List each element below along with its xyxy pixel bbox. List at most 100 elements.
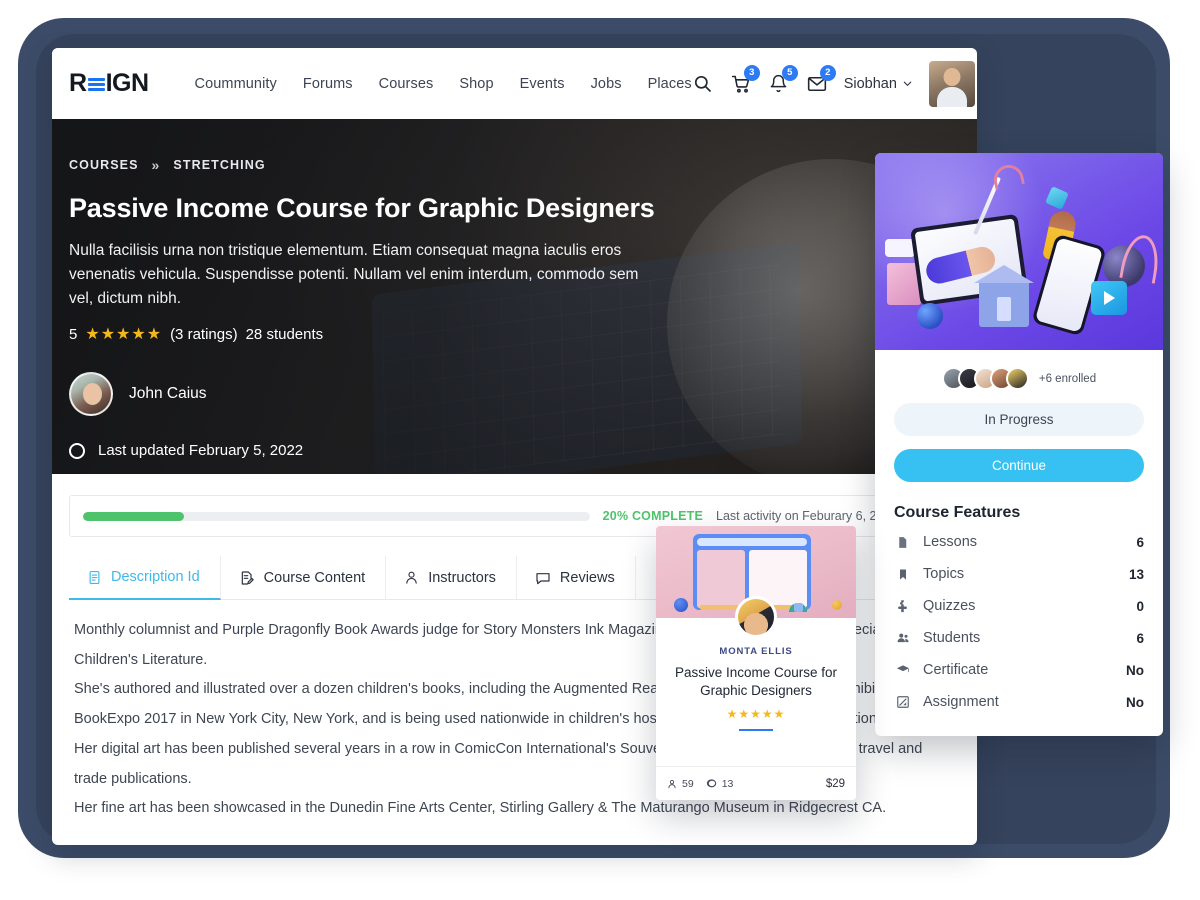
search-icon[interactable] bbox=[692, 73, 714, 95]
course-card-author[interactable]: MONTA ELLIS bbox=[666, 646, 846, 657]
course-card-students-value: 59 bbox=[682, 777, 694, 790]
thumb-left-pane bbox=[697, 550, 746, 608]
feature-row-assignment: Assignment No bbox=[894, 686, 1144, 718]
logo-text-ign: IGN bbox=[105, 69, 149, 97]
feature-label: Lessons bbox=[923, 534, 978, 550]
rating-value: 5 bbox=[69, 325, 78, 343]
logo-e-bars-icon bbox=[87, 77, 105, 91]
nav-item-jobs[interactable]: Jobs bbox=[591, 76, 622, 92]
bookmark-icon bbox=[894, 567, 911, 582]
instructor-row[interactable]: John Caius bbox=[69, 372, 977, 417]
feature-label: Quizzes bbox=[923, 598, 976, 614]
illustration-cube bbox=[1045, 186, 1069, 210]
puzzle-icon bbox=[894, 599, 911, 614]
breadcrumb-courses[interactable]: COURSES bbox=[69, 158, 139, 172]
file-icon bbox=[894, 535, 911, 550]
tab-instructors-label: Instructors bbox=[428, 569, 496, 586]
site-logo[interactable]: R IGN bbox=[69, 69, 149, 98]
hero-content: COURSES » STRETCHING Passive Income Cour… bbox=[52, 119, 977, 459]
feature-value: 6 bbox=[1136, 534, 1144, 550]
nav-item-community[interactable]: Coummunity bbox=[195, 76, 277, 92]
star-rating-icon: ★★★★★ bbox=[85, 326, 163, 344]
user-avatar[interactable] bbox=[928, 60, 975, 107]
avatar bbox=[1005, 367, 1029, 390]
course-preview-card[interactable]: MONTA ELLIS Passive Income Course for Gr… bbox=[656, 526, 856, 800]
rating-row: 5 ★★★★★ (3 ratings) 28 students bbox=[69, 324, 977, 344]
feature-value: 13 bbox=[1128, 566, 1144, 582]
nav-item-forums[interactable]: Forums bbox=[303, 76, 353, 92]
nav-item-places[interactable]: Places bbox=[648, 76, 692, 92]
course-card-author-avatar bbox=[735, 596, 777, 638]
thumb-blue-ball bbox=[674, 598, 688, 612]
tab-description[interactable]: Description Id bbox=[69, 556, 221, 600]
course-card-star-rating-icon: ★★★★★ bbox=[726, 707, 786, 722]
nav-item-events[interactable]: Events bbox=[520, 76, 565, 92]
people-icon bbox=[894, 631, 911, 645]
feature-row-topics: Topics 13 bbox=[894, 558, 1144, 590]
edit-document-icon bbox=[241, 570, 254, 585]
feature-label: Students bbox=[923, 630, 981, 646]
illustration-play-button bbox=[1091, 281, 1127, 315]
course-hero: COURSES » STRETCHING Passive Income Cour… bbox=[52, 119, 977, 474]
breadcrumb-separator-icon: » bbox=[151, 157, 161, 173]
students-count: 28 students bbox=[245, 325, 324, 343]
feature-row-students: Students 6 bbox=[894, 622, 1144, 654]
ratings-count: (3 ratings) bbox=[170, 325, 238, 343]
person-icon bbox=[668, 779, 676, 788]
main-nav: Coummunity Forums Courses Shop Events Jo… bbox=[195, 76, 692, 92]
feature-value: No bbox=[1126, 694, 1144, 710]
course-card-comments-value: 13 bbox=[721, 777, 734, 790]
feature-label: Assignment bbox=[923, 694, 999, 710]
document-icon bbox=[89, 570, 100, 584]
clock-icon bbox=[69, 442, 85, 459]
nav-item-courses[interactable]: Courses bbox=[379, 76, 434, 92]
course-features-title: Course Features bbox=[894, 504, 1021, 521]
feature-label: Certificate bbox=[923, 662, 989, 678]
comment-icon bbox=[536, 572, 550, 584]
feature-value: No bbox=[1126, 662, 1144, 678]
tab-reviews[interactable]: Reviews bbox=[517, 556, 636, 599]
feature-label: Topics bbox=[923, 566, 965, 582]
course-card-title[interactable]: Passive Income Course for Graphic Design… bbox=[666, 664, 846, 700]
thumb-address-bar bbox=[697, 538, 807, 546]
feature-value: 0 bbox=[1136, 598, 1144, 614]
tab-course-content[interactable]: Course Content bbox=[221, 556, 387, 599]
progress-percent-label: 20% COMPLETE bbox=[602, 509, 703, 523]
chevron-down-icon bbox=[903, 81, 912, 86]
tab-course-content-label: Course Content bbox=[263, 569, 366, 586]
course-card-comments: 13 bbox=[706, 777, 734, 790]
nav-item-shop[interactable]: Shop bbox=[459, 76, 493, 92]
user-name-label: Siobhan bbox=[843, 75, 897, 92]
course-description: Nulla facilisis urna non tristique eleme… bbox=[69, 242, 639, 308]
feature-row-certificate: Certificate No bbox=[894, 654, 1144, 686]
course-card-students: 59 bbox=[667, 778, 694, 790]
screenshot-stage: R IGN Coummunity Forums Courses Shop Eve… bbox=[0, 0, 1200, 900]
instructor-avatar bbox=[69, 372, 113, 417]
illustration-pink-arc bbox=[1119, 232, 1163, 284]
mail-badge: 2 bbox=[819, 64, 836, 81]
enrolled-count-label: +6 enrolled bbox=[1038, 372, 1097, 385]
header-actions: 3 5 2 Siobhan bbox=[692, 60, 975, 107]
progress-track bbox=[83, 511, 590, 521]
breadcrumb-current[interactable]: STRETCHING bbox=[173, 158, 265, 172]
logo-text-r: R bbox=[69, 69, 87, 97]
bell-badge: 5 bbox=[781, 64, 798, 81]
tab-reviews-label: Reviews bbox=[559, 569, 615, 586]
mail-icon[interactable]: 2 bbox=[806, 64, 836, 95]
thumb-yellow-ball bbox=[832, 600, 842, 610]
tab-instructors[interactable]: Instructors bbox=[386, 556, 517, 599]
breadcrumb: COURSES » STRETCHING bbox=[69, 157, 977, 173]
pencil-square-icon bbox=[894, 695, 911, 709]
feature-row-quizzes: Quizzes 0 bbox=[894, 590, 1144, 622]
comment-icon bbox=[706, 779, 716, 788]
feature-row-lessons: Lessons 6 bbox=[894, 526, 1144, 558]
bell-icon[interactable]: 5 bbox=[768, 64, 798, 95]
cart-icon[interactable]: 3 bbox=[730, 64, 760, 95]
user-menu[interactable]: Siobhan bbox=[844, 76, 913, 92]
page-title: Passive Income Course for Graphic Design… bbox=[69, 193, 655, 223]
illustration-house bbox=[974, 265, 1034, 327]
feature-value: 6 bbox=[1136, 630, 1144, 646]
progress-fill bbox=[83, 511, 185, 521]
thumb-plant bbox=[788, 586, 808, 612]
course-card-footer: 59 13 $29 bbox=[656, 766, 856, 800]
